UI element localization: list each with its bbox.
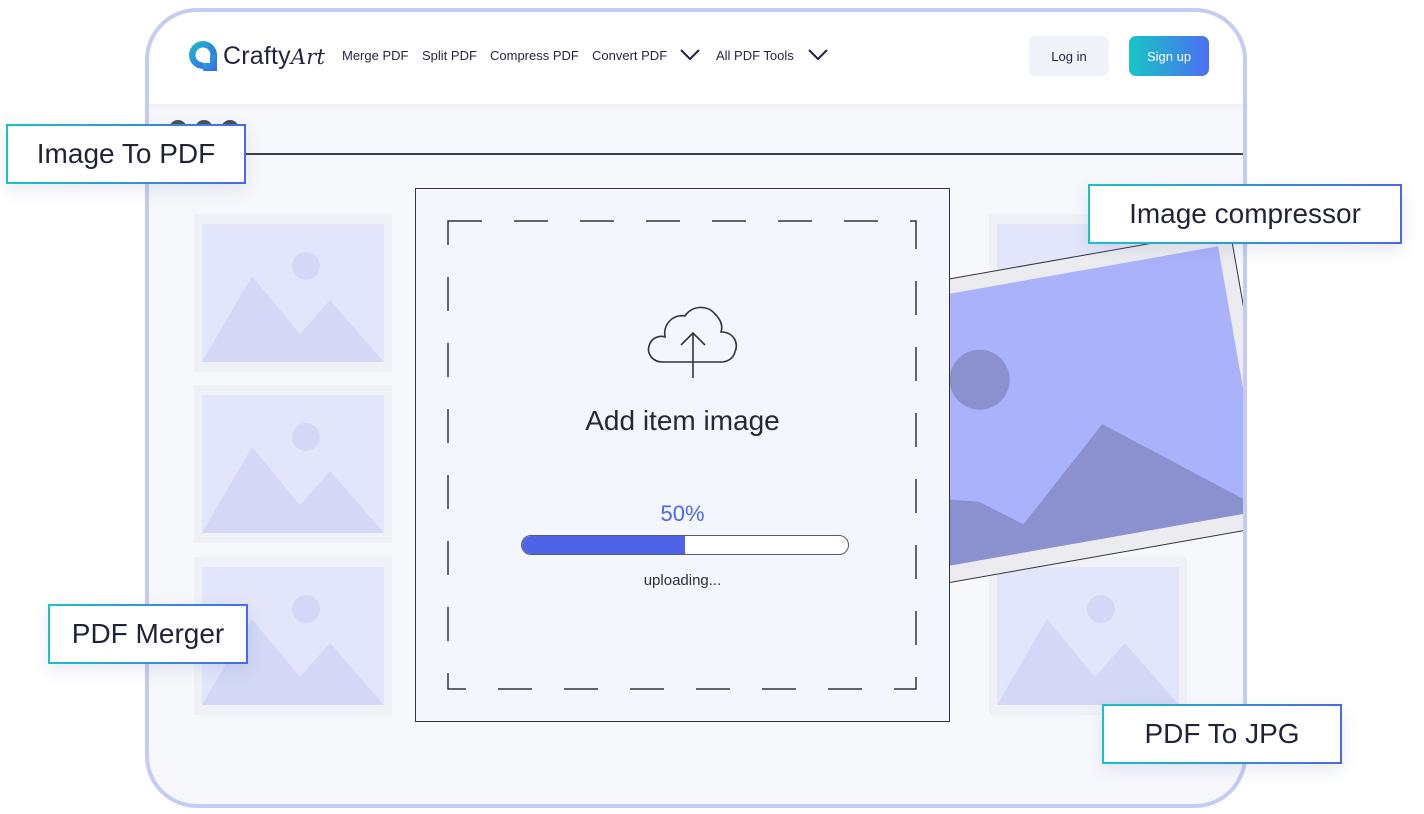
dropzone-border[interactable] (447, 220, 917, 690)
logo-text-primary: Crafty (223, 41, 291, 70)
signup-button[interactable]: Sign up (1129, 36, 1209, 76)
logo-text: CraftyArt (223, 42, 325, 71)
logo-text-script: Art (290, 44, 326, 69)
image-placeholder (989, 557, 1187, 715)
top-navbar: CraftyArt Merge PDF Split PDF Compress P… (149, 12, 1243, 104)
upload-card[interactable]: Add item image 50% uploading... (415, 188, 950, 722)
upload-title: Add item image (585, 405, 780, 436)
nav-link-merge-pdf[interactable]: Merge PDF (342, 48, 408, 63)
nav-link-compress-pdf[interactable]: Compress PDF (490, 48, 579, 63)
divider-line (239, 153, 1243, 155)
photo-mountain-icon (902, 246, 1243, 566)
nav-link-convert-pdf[interactable]: Convert PDF (592, 48, 667, 63)
tag-image-compressor[interactable]: Image compressor (1088, 184, 1402, 244)
tag-pdf-to-jpg[interactable]: PDF To JPG (1102, 704, 1342, 764)
tag-image-to-pdf[interactable]: Image To PDF (6, 124, 246, 184)
chevron-down-icon[interactable] (679, 48, 701, 62)
image-placeholder-icon (202, 395, 384, 533)
upload-status-text: uploading... (643, 572, 722, 589)
crafty-art-logo[interactable]: CraftyArt (187, 38, 325, 74)
login-button[interactable]: Log in (1029, 36, 1109, 76)
upload-progress-percent: 50% (660, 501, 705, 526)
logo-icon (189, 41, 217, 71)
cloud-upload-icon[interactable] (643, 302, 743, 382)
nav-link-all-pdf-tools[interactable]: All PDF Tools (716, 48, 794, 63)
image-placeholder-icon (997, 567, 1179, 705)
image-placeholder (194, 385, 392, 543)
chevron-down-icon[interactable] (807, 48, 829, 62)
nav-link-split-pdf[interactable]: Split PDF (422, 48, 477, 63)
browser-window: CraftyArt Merge PDF Split PDF Compress P… (145, 8, 1247, 808)
upload-progress-bar (521, 535, 849, 555)
tag-pdf-merger[interactable]: PDF Merger (48, 604, 248, 664)
image-placeholder-icon (202, 224, 384, 362)
upload-progress-fill (522, 536, 685, 554)
image-placeholder (194, 214, 392, 372)
